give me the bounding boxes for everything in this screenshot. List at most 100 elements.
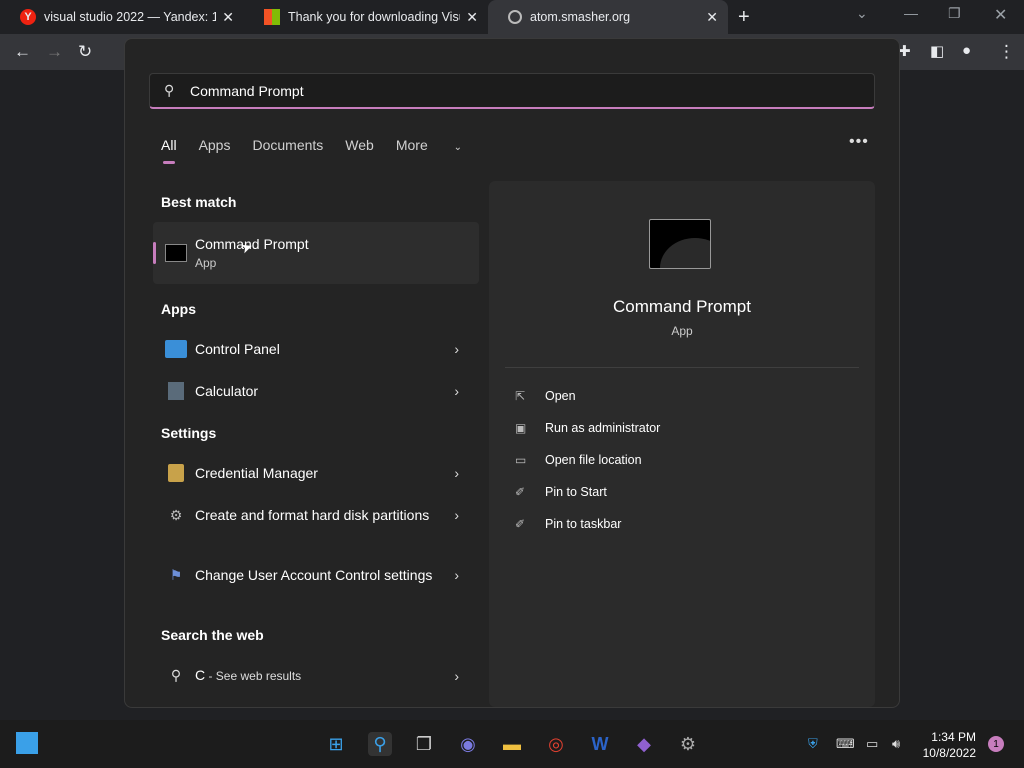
action-open[interactable]: ⇱ Open xyxy=(515,389,576,403)
preview-title: Command Prompt xyxy=(613,297,751,316)
action-open-file-location[interactable]: ▭ Open file location xyxy=(515,453,642,467)
list-item-label: Credential Manager xyxy=(195,465,318,481)
web-result-suffix: - See web results xyxy=(205,669,302,683)
web-result-query: C xyxy=(195,667,206,683)
search-web-header: Search the web xyxy=(161,627,264,643)
clock-time: 1:34 PM xyxy=(931,730,976,744)
tab-title: atom.smasher.org xyxy=(530,10,631,24)
list-item-disk-partitions[interactable]: ⚙ Create and format hard disk partitions… xyxy=(153,505,479,525)
tab-atom-smasher[interactable]: atom.smasher.org ✕ xyxy=(488,0,728,34)
minimize-icon[interactable]: — xyxy=(904,5,918,21)
keyboard-icon[interactable]: ⌨ xyxy=(836,736,855,752)
action-run-as-admin[interactable]: ▣ Run as administrator xyxy=(515,421,660,435)
list-item-uac-settings[interactable]: ⚑ Change User Account Control settings › xyxy=(153,565,479,585)
globe-icon xyxy=(508,10,522,24)
action-pin-to-start[interactable]: ✐ Pin to Start xyxy=(515,485,607,499)
search-input[interactable] xyxy=(190,82,790,99)
teams-chat-icon[interactable]: ◉ xyxy=(456,732,480,756)
action-label: Open file location xyxy=(545,453,642,467)
tab-search-chevron-icon[interactable]: ⌄ xyxy=(856,5,868,22)
restore-icon[interactable]: ❐ xyxy=(948,5,961,22)
chevron-right-icon[interactable]: › xyxy=(454,507,459,523)
tab-more-label: More xyxy=(395,137,428,153)
new-tab-icon[interactable]: + xyxy=(738,6,750,29)
filter-tabs: All Apps Documents Web More ⌄ xyxy=(161,137,506,164)
search-icon: ⚲ xyxy=(164,82,175,98)
preview-pane: Command Prompt App ⇱ Open ▣ Run as admin… xyxy=(489,181,875,707)
tab-title: Thank you for downloading Visu xyxy=(288,10,460,24)
list-item-calculator[interactable]: Calculator › xyxy=(153,381,479,401)
profile-icon[interactable]: ● xyxy=(962,42,971,59)
more-options-icon[interactable]: ••• xyxy=(849,133,869,151)
action-label: Open xyxy=(545,389,576,403)
calculator-icon xyxy=(168,382,184,400)
chevron-down-icon: ⌄ xyxy=(453,142,463,153)
best-match-subtitle: App xyxy=(195,256,217,270)
search-taskbar-icon[interactable]: ⚲ xyxy=(368,732,392,756)
tab-web[interactable]: Web xyxy=(345,137,374,153)
volume-icon[interactable]: 🔊︎ xyxy=(892,736,900,752)
file-explorer-icon[interactable]: ▬ xyxy=(500,732,524,756)
pin-icon: ✐ xyxy=(515,485,526,499)
tab-microsoft[interactable]: Thank you for downloading Visu ✕ xyxy=(244,0,488,34)
tab-title: visual studio 2022 — Yandex: 13 xyxy=(44,10,216,24)
shield-window-icon: ▣ xyxy=(515,421,527,435)
visual-studio-installer-icon[interactable]: ◆ xyxy=(632,732,656,756)
settings-header: Settings xyxy=(161,425,217,441)
settings-gear-icon[interactable]: ⚙ xyxy=(676,732,700,756)
network-icon[interactable]: ▭ xyxy=(866,736,878,752)
credential-manager-icon xyxy=(168,464,184,482)
selection-indicator xyxy=(153,242,156,264)
tab-yandex[interactable]: Y visual studio 2022 — Yandex: 13 ✕ xyxy=(0,0,244,34)
command-prompt-icon xyxy=(165,244,187,262)
list-item-control-panel[interactable]: Control Panel › xyxy=(153,339,479,359)
tab-all[interactable]: All xyxy=(161,137,177,164)
web-result-item[interactable]: ⚲ C - See web results › xyxy=(153,665,479,686)
reload-icon[interactable]: ↻ xyxy=(78,42,92,62)
action-label: Run as administrator xyxy=(545,421,661,435)
close-tab-icon[interactable]: ✕ xyxy=(706,9,718,26)
back-icon[interactable]: ← xyxy=(14,42,31,62)
sidebar-icon[interactable]: ◧ xyxy=(930,42,944,60)
yandex-icon: Y xyxy=(20,9,36,25)
close-tab-icon[interactable]: ✕ xyxy=(222,9,234,26)
search-box[interactable]: ⚲ xyxy=(149,73,875,109)
forward-icon[interactable]: → xyxy=(46,42,63,62)
tab-more[interactable]: More ⌄ xyxy=(396,137,484,153)
chevron-right-icon[interactable]: › xyxy=(454,465,459,481)
chevron-right-icon[interactable]: › xyxy=(454,668,459,684)
chevron-right-icon[interactable]: › xyxy=(454,383,459,399)
apps-header: Apps xyxy=(161,301,196,317)
windows-security-icon[interactable]: ⛨ xyxy=(808,736,818,752)
close-tab-icon[interactable]: ✕ xyxy=(466,9,478,26)
web-result-label: C - See web results xyxy=(195,665,445,686)
notification-badge[interactable]: 1 xyxy=(988,736,1004,752)
pin-icon: ✐ xyxy=(515,517,526,531)
browser-tab-bar: Y visual studio 2022 — Yandex: 13 ✕ Than… xyxy=(0,0,1024,34)
task-view-icon[interactable]: ❐ xyxy=(412,732,436,756)
menu-dots-icon[interactable]: ⋮ xyxy=(998,42,1015,62)
open-external-icon: ⇱ xyxy=(515,389,526,403)
list-item-credential-manager[interactable]: Credential Manager › xyxy=(153,463,479,483)
taskbar-clock[interactable]: 1:34 PM 10/8/2022 xyxy=(922,729,976,761)
widgets-icon[interactable] xyxy=(16,732,38,754)
uac-flag-icon: ⚑ xyxy=(169,566,183,583)
action-label: Pin to Start xyxy=(545,485,607,499)
action-label: Pin to taskbar xyxy=(545,517,622,531)
start-button-icon[interactable]: ⊞ xyxy=(324,732,348,756)
search-icon: ⚲ xyxy=(170,667,182,683)
list-item-label: Create and format hard disk partitions xyxy=(195,507,430,523)
best-match-item[interactable]: Command Prompt App xyxy=(153,222,479,284)
action-pin-to-taskbar[interactable]: ✐ Pin to taskbar xyxy=(515,517,621,531)
divider xyxy=(505,367,859,368)
tab-documents[interactable]: Documents xyxy=(252,137,323,153)
command-prompt-large-icon xyxy=(649,219,711,269)
close-window-icon[interactable]: ✕ xyxy=(994,5,1007,25)
chevron-right-icon[interactable]: › xyxy=(454,567,459,583)
list-item-label: Control Panel xyxy=(195,341,280,357)
chrome-icon[interactable]: ◎ xyxy=(544,732,568,756)
chevron-right-icon[interactable]: › xyxy=(454,341,459,357)
word-icon[interactable]: W xyxy=(588,732,612,756)
microsoft-icon xyxy=(264,9,280,25)
tab-apps[interactable]: Apps xyxy=(199,137,231,153)
